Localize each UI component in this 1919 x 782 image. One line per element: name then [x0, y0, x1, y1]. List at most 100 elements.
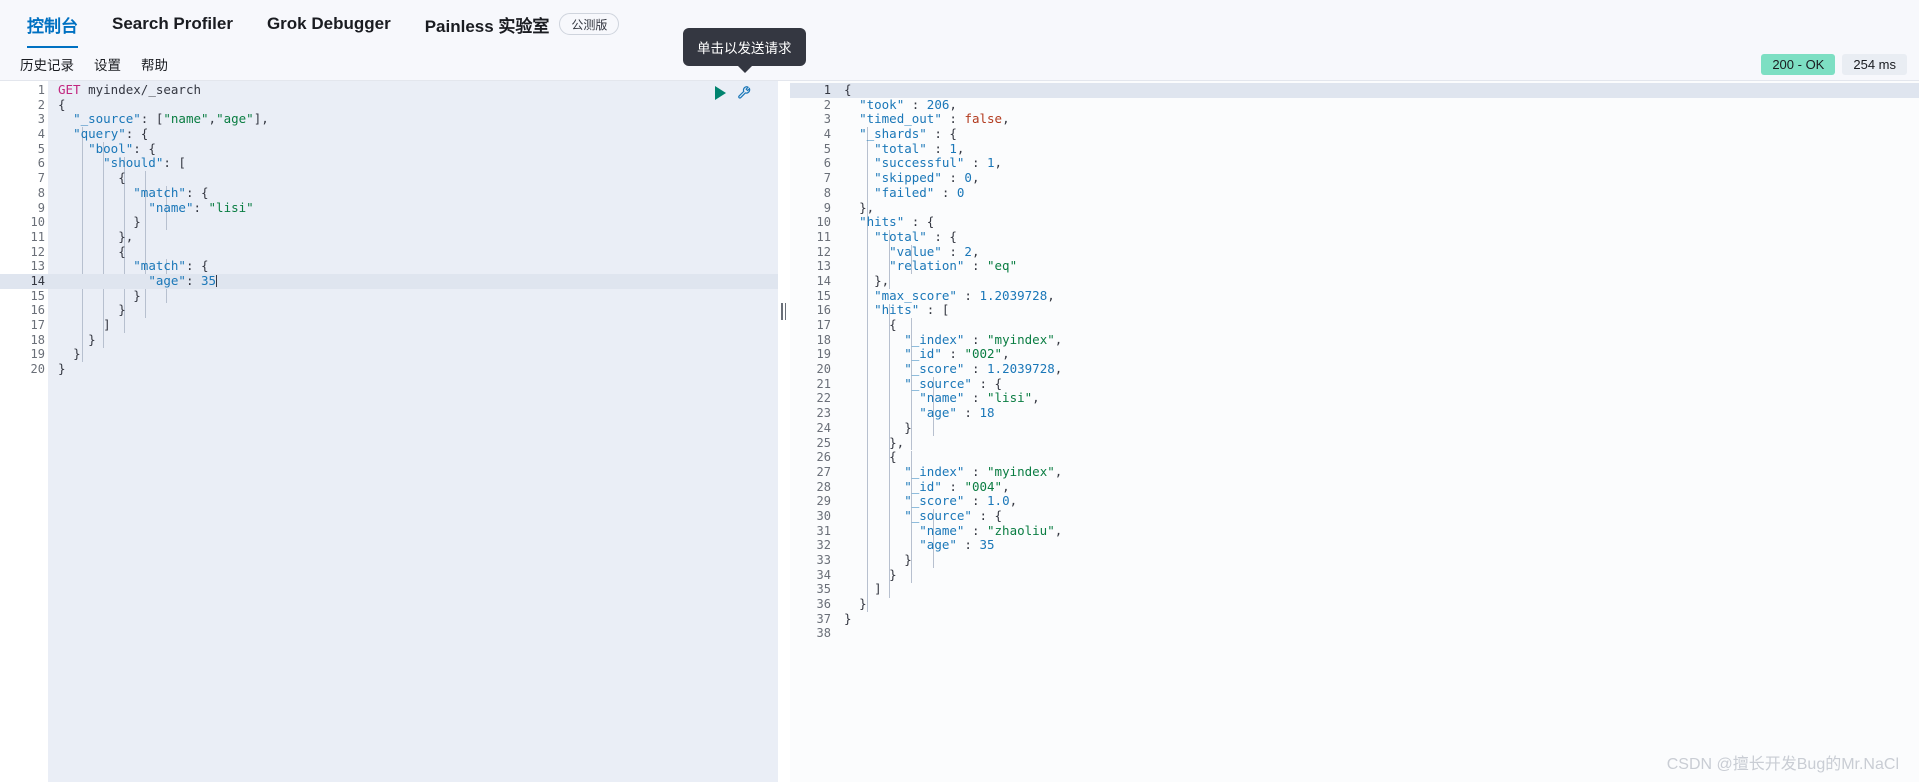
code-line[interactable]: }	[834, 596, 1919, 612]
gutter-line-number: 33▴	[790, 553, 842, 568]
code-line[interactable]: "timed_out" : false,	[834, 112, 1919, 127]
response-code-area[interactable]: { "took" : 206, "timed_out" : false, "_s…	[834, 81, 1919, 782]
request-code-area[interactable]: GET myindex/_search{ "_source": ["name",…	[48, 81, 778, 782]
subnav-item-settings[interactable]: 设置	[84, 54, 131, 74]
code-line[interactable]: "match": {	[48, 185, 778, 201]
code-line[interactable]: "_shards" : {	[834, 126, 1919, 142]
code-line[interactable]: "relation" : "eq"	[834, 258, 1919, 274]
code-line[interactable]: "total" : 1,	[834, 141, 1919, 157]
code-line[interactable]: }	[48, 287, 778, 304]
console-body: 12▾34▾5▾6▾7▾8▾910▴11▴12▾13▾1415▴16▴17▴18…	[0, 81, 1919, 782]
code-line[interactable]: "successful" : 1,	[834, 156, 1919, 171]
gutter-line-number: 27	[816, 464, 831, 479]
tab-painless-lab[interactable]: Painless 实验室 公测版	[408, 0, 637, 48]
code-line[interactable]: "name": "lisi"	[48, 199, 778, 216]
code-line[interactable]: "age" : 35	[834, 537, 1919, 553]
code-line[interactable]: }	[48, 214, 778, 230]
code-token-punc: :	[964, 258, 987, 274]
request-editor-pane[interactable]: 12▾34▾5▾6▾7▾8▾910▴11▴12▾13▾1415▴16▴17▴18…	[0, 81, 778, 782]
code-token-punc: :	[964, 361, 988, 377]
code-line[interactable]: },	[834, 435, 1919, 451]
code-line[interactable]: "max_score" : 1.2039728,	[834, 288, 1919, 304]
code-line[interactable]: "_id" : "002",	[834, 347, 1919, 362]
code-line[interactable]: {	[834, 449, 1919, 465]
code-token-key: "hits"	[859, 214, 905, 230]
tab-grok-debugger[interactable]: Grok Debugger	[250, 0, 408, 48]
code-line[interactable]: },	[834, 273, 1919, 289]
code-line[interactable]: "_source": ["name","age"],	[48, 112, 778, 127]
code-line[interactable]: }	[834, 420, 1919, 436]
code-line[interactable]: "value" : 2,	[834, 244, 1919, 260]
code-line[interactable]: }	[48, 361, 778, 377]
code-line[interactable]: },	[834, 200, 1919, 216]
code-line[interactable]: }	[48, 302, 778, 318]
code-line[interactable]: ]	[48, 317, 778, 333]
code-token-punc: :	[964, 390, 987, 406]
code-line[interactable]: }	[834, 552, 1919, 568]
code-line[interactable]: {	[834, 82, 1919, 98]
code-line[interactable]: "_score" : 1.2039728,	[834, 361, 1919, 377]
code-line[interactable]: "query": {	[48, 126, 778, 142]
code-token-punc: ],	[253, 111, 269, 127]
gutter-line-number: 19▴	[0, 347, 56, 362]
code-token-punc: }	[904, 552, 912, 567]
code-line[interactable]: GET myindex/_search	[48, 82, 778, 98]
sub-navigation-bar: 历史记录 设置 帮助 200 - OK 254 ms	[0, 48, 1919, 81]
code-token-punc: :	[193, 199, 209, 215]
code-line[interactable]: ]	[834, 582, 1919, 597]
code-line[interactable]: "should": [	[48, 156, 778, 171]
code-line[interactable]: "failed" : 0	[834, 184, 1919, 201]
code-token-key: "total"	[874, 228, 927, 244]
code-line[interactable]: {	[834, 317, 1919, 333]
code-line[interactable]: "took" : 206,	[834, 97, 1919, 113]
code-line[interactable]: "bool": {	[48, 141, 778, 157]
tab-search-profiler[interactable]: Search Profiler	[95, 0, 250, 48]
code-line[interactable]: "age": 35	[48, 273, 778, 289]
resize-grip-line	[784, 303, 786, 320]
response-viewer-pane[interactable]: 1▾234▾56789▴10▾11▾121314▴1516▾17▾1819202…	[790, 81, 1919, 782]
code-line[interactable]: "total" : {	[834, 228, 1919, 245]
code-line[interactable]: "name" : "zhaoliu",	[834, 523, 1919, 539]
code-line[interactable]	[834, 626, 1919, 641]
code-line[interactable]: },	[48, 229, 778, 245]
code-line[interactable]: "_score" : 1.0,	[834, 493, 1919, 509]
code-line[interactable]: "_index" : "myindex",	[834, 332, 1919, 348]
wrench-icon[interactable]	[737, 85, 752, 100]
code-line[interactable]: "name" : "lisi",	[834, 391, 1919, 406]
code-line[interactable]: "hits" : [	[834, 302, 1919, 318]
code-line[interactable]: {	[48, 97, 778, 113]
code-line[interactable]: }	[834, 611, 1919, 627]
subnav-item-help[interactable]: 帮助	[131, 54, 178, 74]
code-token-num: 0	[956, 184, 965, 200]
code-token-punc: }	[133, 287, 141, 303]
code-line[interactable]: "_index" : "myindex",	[834, 464, 1919, 480]
play-icon[interactable]	[715, 85, 726, 100]
code-line[interactable]: {	[48, 170, 778, 186]
code-line[interactable]: "_source" : {	[834, 508, 1919, 524]
code-line[interactable]: }	[48, 347, 778, 362]
code-line[interactable]: {	[48, 244, 778, 260]
code-line[interactable]: "match": {	[48, 258, 778, 274]
code-line[interactable]: "_id" : "004",	[834, 479, 1919, 495]
pane-resize-handle[interactable]	[779, 303, 788, 320]
code-line[interactable]: }	[48, 332, 778, 348]
tab-console[interactable]: 控制台	[10, 0, 95, 48]
code-line[interactable]: "hits" : {	[834, 214, 1919, 230]
code-line[interactable]: "skipped" : 0,	[834, 170, 1919, 186]
code-line[interactable]: "age" : 18	[834, 405, 1919, 421]
code-token-num: 1.2039728	[987, 361, 1055, 377]
code-line[interactable]: }	[834, 567, 1919, 583]
subnav-item-history[interactable]: 历史记录	[10, 54, 84, 74]
text-cursor	[216, 274, 218, 287]
code-line[interactable]: "_source" : {	[834, 376, 1919, 392]
code-token-punc: : {	[185, 258, 209, 274]
code-token-str: "lisi"	[208, 199, 254, 215]
pane-separator	[778, 81, 790, 782]
